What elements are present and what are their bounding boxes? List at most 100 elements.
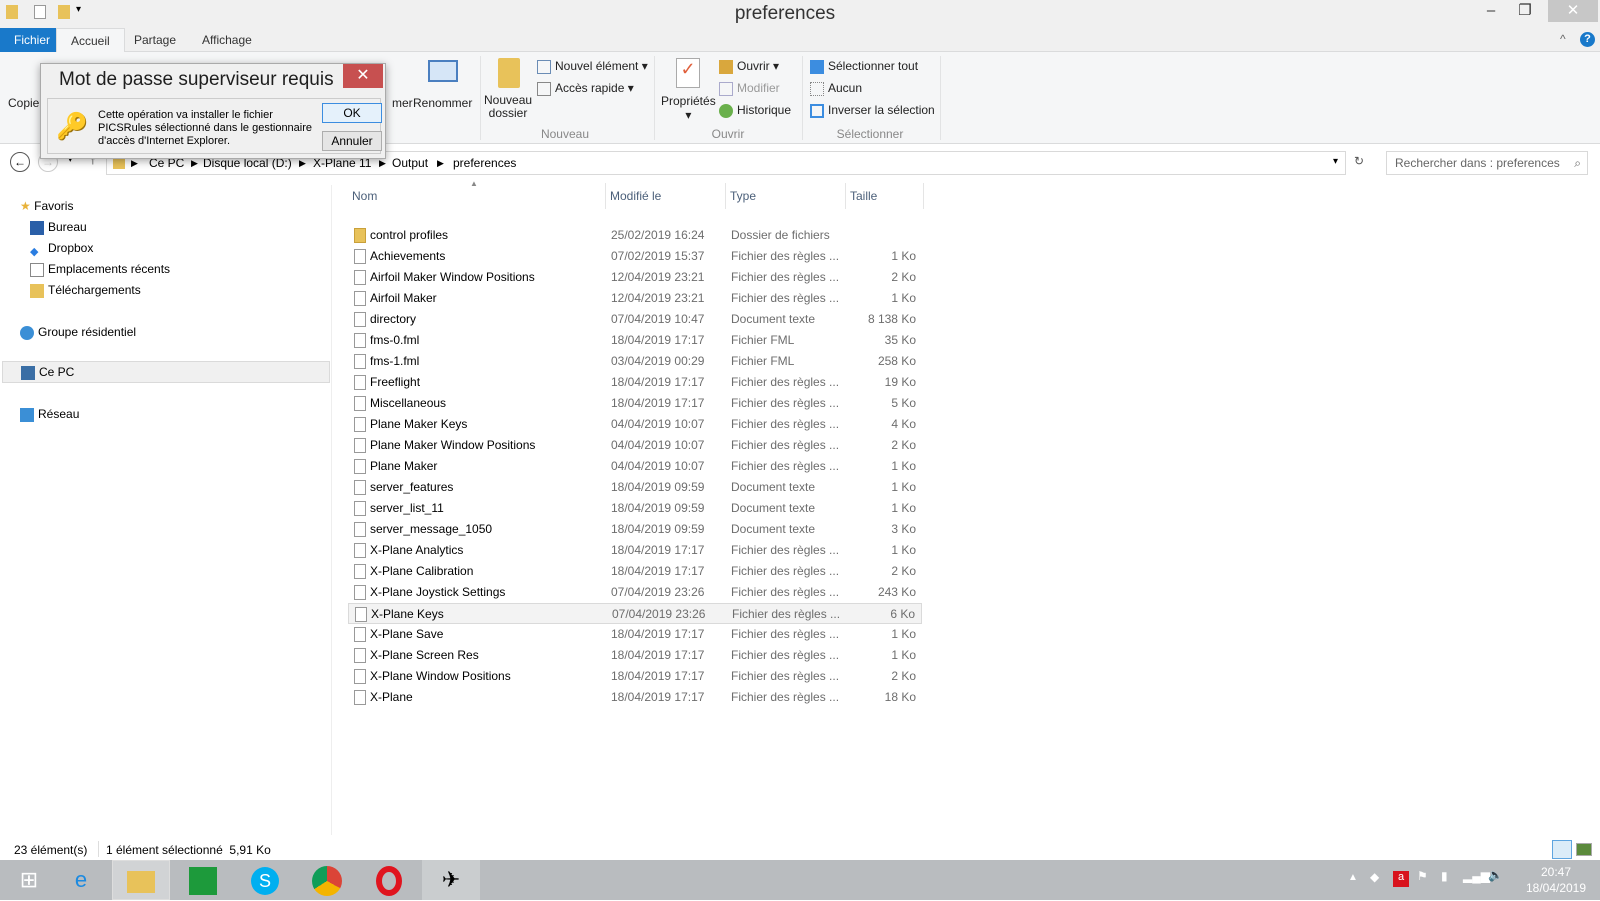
file-size: 2 Ko: [891, 564, 916, 578]
help-icon[interactable]: ?: [1580, 32, 1595, 47]
invert-selection-button[interactable]: Inverser la sélection: [810, 103, 935, 118]
delete-button[interactable]: mer: [392, 96, 413, 110]
large-icons-view-icon[interactable]: [1576, 843, 1592, 856]
nav-favoris[interactable]: ★ Favoris: [20, 196, 73, 217]
breadcrumb-preferences[interactable]: preferences: [453, 156, 516, 170]
file-row[interactable]: X-Plane Analytics 18/04/2019 17:17 Fichi…: [348, 540, 922, 561]
dropbox-tray-icon[interactable]: ◆: [1370, 870, 1379, 884]
search-input[interactable]: Rechercher dans : preferences ⌕: [1386, 151, 1588, 175]
address-dropdown-icon[interactable]: ▾: [1333, 156, 1338, 167]
file-row[interactable]: fms-0.fml 18/04/2019 17:17 Fichier FML 3…: [348, 330, 922, 351]
nav-downloads[interactable]: Téléchargements: [30, 280, 141, 301]
nav-recent[interactable]: Emplacements récents: [30, 259, 170, 280]
select-all-button[interactable]: Sélectionner tout: [810, 59, 918, 74]
history-button[interactable]: Historique: [719, 103, 791, 118]
file-size: 2 Ko: [891, 438, 916, 452]
store-icon[interactable]: [174, 860, 232, 900]
file-name: Miscellaneous: [370, 396, 447, 410]
open-label: Ouvrir: [737, 59, 770, 73]
cancel-button[interactable]: Annuler: [322, 131, 382, 151]
file-row[interactable]: directory 07/04/2019 10:47 Document text…: [348, 309, 922, 330]
file-row[interactable]: X-Plane Joystick Settings 07/04/2019 23:…: [348, 582, 922, 603]
tab-affichage[interactable]: Affichage: [188, 28, 266, 52]
edit-button[interactable]: Modifier: [719, 81, 780, 96]
clock[interactable]: 20:47 18/04/2019: [1520, 864, 1592, 896]
network-signal-icon[interactable]: ▂▄▆: [1463, 869, 1490, 883]
properties-button[interactable]: Propriétés ▾: [661, 94, 716, 122]
close-button[interactable]: ✕: [1548, 0, 1598, 22]
file-row[interactable]: X-Plane Save 18/04/2019 17:17 Fichier de…: [348, 624, 922, 645]
file-name: server_message_1050: [370, 522, 493, 536]
file-row[interactable]: control profiles 25/02/2019 16:24 Dossie…: [348, 225, 922, 246]
chrome-icon[interactable]: [298, 860, 356, 900]
edit-icon: [719, 81, 733, 96]
copy-button[interactable]: Copier: [8, 96, 43, 110]
nav-network[interactable]: Réseau: [20, 404, 79, 425]
file-date: 12/04/2019 23:21: [611, 291, 705, 305]
nav-homegroup[interactable]: Groupe résidentiel: [20, 322, 136, 343]
file-icon: [354, 270, 366, 285]
file-type: Fichier des règles ...: [731, 249, 840, 263]
nav-bureau[interactable]: Bureau: [30, 217, 87, 238]
column-header-type[interactable]: Type: [726, 183, 846, 209]
file-row[interactable]: X-Plane Calibration 18/04/2019 17:17 Fic…: [348, 561, 922, 582]
tab-fichier[interactable]: Fichier: [0, 28, 65, 52]
start-button[interactable]: ⊞: [0, 860, 58, 900]
file-row[interactable]: X-Plane Keys 07/04/2019 23:26 Fichier de…: [348, 603, 922, 624]
file-row[interactable]: Plane Maker 04/04/2019 10:07 Fichier des…: [348, 456, 922, 477]
minimize-button[interactable]: –: [1474, 0, 1508, 22]
file-row[interactable]: server_message_1050 18/04/2019 09:59 Doc…: [348, 519, 922, 540]
search-icon[interactable]: ⌕: [1574, 156, 1581, 171]
breadcrumb-output[interactable]: Output: [392, 156, 428, 170]
collapse-ribbon-icon[interactable]: ^: [1560, 32, 1566, 46]
file-icon: [354, 249, 366, 264]
file-row[interactable]: Airfoil Maker 12/04/2019 23:21 Fichier d…: [348, 288, 922, 309]
avira-icon[interactable]: a: [1393, 871, 1409, 887]
column-header-name[interactable]: Nom: [348, 183, 606, 209]
file-row[interactable]: Miscellaneous 18/04/2019 17:17 Fichier d…: [348, 393, 922, 414]
show-hidden-icons[interactable]: ▲: [1348, 872, 1358, 883]
file-date: 18/04/2019 17:17: [611, 648, 705, 662]
new-folder-button[interactable]: Nouveau dossier: [484, 94, 532, 120]
file-row[interactable]: server_list_11 18/04/2019 09:59 Document…: [348, 498, 922, 519]
battery-icon[interactable]: ▮: [1441, 869, 1448, 883]
file-row[interactable]: fms-1.fml 03/04/2019 00:29 Fichier FML 2…: [348, 351, 922, 372]
column-header-size[interactable]: Taille: [846, 183, 924, 209]
file-name: X-Plane Analytics: [370, 543, 464, 557]
details-view-icon[interactable]: [1552, 840, 1572, 859]
file-row[interactable]: X-Plane Screen Res 18/04/2019 17:17 Fich…: [348, 645, 922, 666]
skype-icon[interactable]: S: [236, 860, 294, 900]
xplane-icon[interactable]: ✈: [422, 860, 480, 900]
file-row[interactable]: Achievements 07/02/2019 15:37 Fichier de…: [348, 246, 922, 267]
dialog-message: Cette opération va installer le fichier …: [98, 109, 313, 147]
column-header-date[interactable]: Modifié le: [606, 183, 726, 209]
new-item-button[interactable]: Nouvel élément ▾: [537, 59, 648, 74]
open-button[interactable]: Ouvrir ▾: [719, 59, 779, 74]
file-row[interactable]: Freeflight 18/04/2019 17:17 Fichier des …: [348, 372, 922, 393]
file-explorer-icon[interactable]: [112, 860, 170, 900]
tab-accueil[interactable]: Accueil: [56, 28, 125, 52]
file-row[interactable]: server_features 18/04/2019 09:59 Documen…: [348, 477, 922, 498]
opera-icon[interactable]: [360, 860, 418, 900]
folder-icon: [354, 228, 366, 243]
file-row[interactable]: X-Plane Window Positions 18/04/2019 17:1…: [348, 666, 922, 687]
quick-access-button[interactable]: Accès rapide ▾: [537, 81, 634, 96]
nav-ce-pc[interactable]: Ce PC: [2, 361, 330, 383]
internet-explorer-icon[interactable]: e: [52, 860, 110, 900]
file-row[interactable]: Airfoil Maker Window Positions 12/04/201…: [348, 267, 922, 288]
file-row[interactable]: Plane Maker Window Positions 04/04/2019 …: [348, 435, 922, 456]
tab-partage[interactable]: Partage: [120, 28, 190, 52]
file-row[interactable]: X-Plane 18/04/2019 17:17 Fichier des règ…: [348, 687, 922, 708]
select-none-button[interactable]: Aucun: [810, 81, 862, 96]
back-icon[interactable]: ←: [10, 152, 30, 172]
action-center-flag-icon[interactable]: ⚑: [1417, 869, 1428, 883]
rename-button[interactable]: Renommer: [413, 96, 472, 110]
file-name: control profiles: [370, 228, 449, 242]
refresh-icon[interactable]: ↻: [1354, 154, 1364, 168]
volume-icon[interactable]: 🔈: [1488, 868, 1503, 882]
ok-button[interactable]: OK: [322, 103, 382, 123]
maximize-button[interactable]: ❐: [1508, 0, 1542, 22]
dialog-close-button[interactable]: ✕: [343, 64, 383, 88]
file-row[interactable]: Plane Maker Keys 04/04/2019 10:07 Fichie…: [348, 414, 922, 435]
nav-dropbox[interactable]: ◆ Dropbox: [30, 238, 93, 259]
